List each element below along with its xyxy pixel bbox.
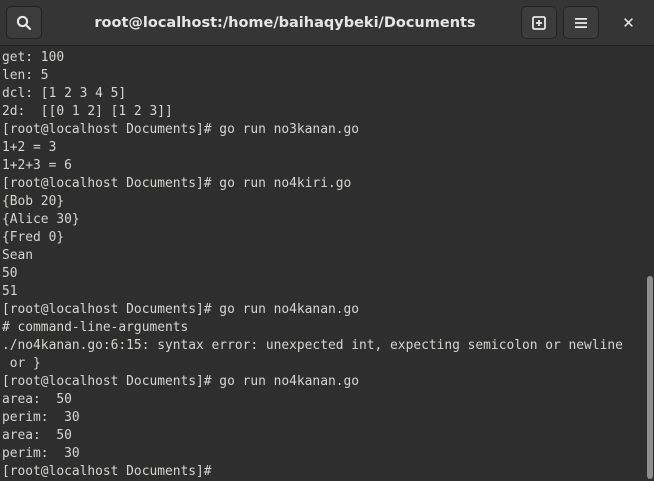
scrollbar-thumb[interactable] xyxy=(647,276,653,479)
terminal-line: Sean xyxy=(2,248,34,263)
terminal-line: {Bob 20} xyxy=(2,194,65,209)
scrollbar[interactable] xyxy=(646,48,654,481)
terminal-line: [root@localhost Documents]# go run no3ka… xyxy=(2,122,359,137)
new-tab-button[interactable] xyxy=(521,6,557,39)
window-title: root@localhost:/home/baihaqybeki/Documen… xyxy=(94,15,476,31)
terminal-line: 51 xyxy=(2,284,18,299)
terminal-line: len: 5 xyxy=(2,68,49,83)
terminal-line: [root@localhost Documents]# go run no4ka… xyxy=(2,374,359,389)
terminal-line: area: 50 xyxy=(2,392,72,407)
title-bar: root@localhost:/home/baihaqybeki/Documen… xyxy=(0,0,654,46)
close-button[interactable]: ✕ xyxy=(612,6,645,39)
terminal-line: [root@localhost Documents]# go run no4ki… xyxy=(2,176,352,191)
new-tab-icon xyxy=(531,15,547,31)
terminal-line: get: 100 xyxy=(2,50,65,65)
terminal-line: [root@localhost Documents]# go run no4ka… xyxy=(2,302,359,317)
terminal-line: or } xyxy=(2,356,41,371)
terminal-line: perim: 30 xyxy=(2,410,80,425)
terminal-line: 2d: [[0 1 2] [1 2 3]] xyxy=(2,104,173,119)
close-icon: ✕ xyxy=(622,13,635,32)
terminal-line: [root@localhost Documents]# xyxy=(2,464,212,479)
terminal-line: {Alice 30} xyxy=(2,212,80,227)
terminal-line: {Fred 0} xyxy=(2,230,65,245)
terminal-line: 1+2+3 = 6 xyxy=(2,158,72,173)
terminal-line: 50 xyxy=(2,266,18,281)
search-icon xyxy=(16,15,32,31)
terminal-line: area: 50 xyxy=(2,428,72,443)
search-button[interactable] xyxy=(6,6,42,39)
terminal-output[interactable]: get: 100 len: 5 dcl: [1 2 3 4 5] 2d: [[0 1 … xyxy=(0,48,646,481)
terminal-line: ./no4kanan.go:6:15: syntax error: unexpe… xyxy=(2,338,623,353)
menu-button[interactable] xyxy=(563,6,599,39)
terminal-line: dcl: [1 2 3 4 5] xyxy=(2,86,127,101)
terminal-line: 1+2 = 3 xyxy=(2,140,57,155)
terminal-line: perim: 30 xyxy=(2,446,80,461)
terminal-line: # command-line-arguments xyxy=(2,320,189,335)
terminal-window: root@localhost:/home/baihaqybeki/Documen… xyxy=(0,0,654,481)
hamburger-menu-icon xyxy=(574,17,588,29)
